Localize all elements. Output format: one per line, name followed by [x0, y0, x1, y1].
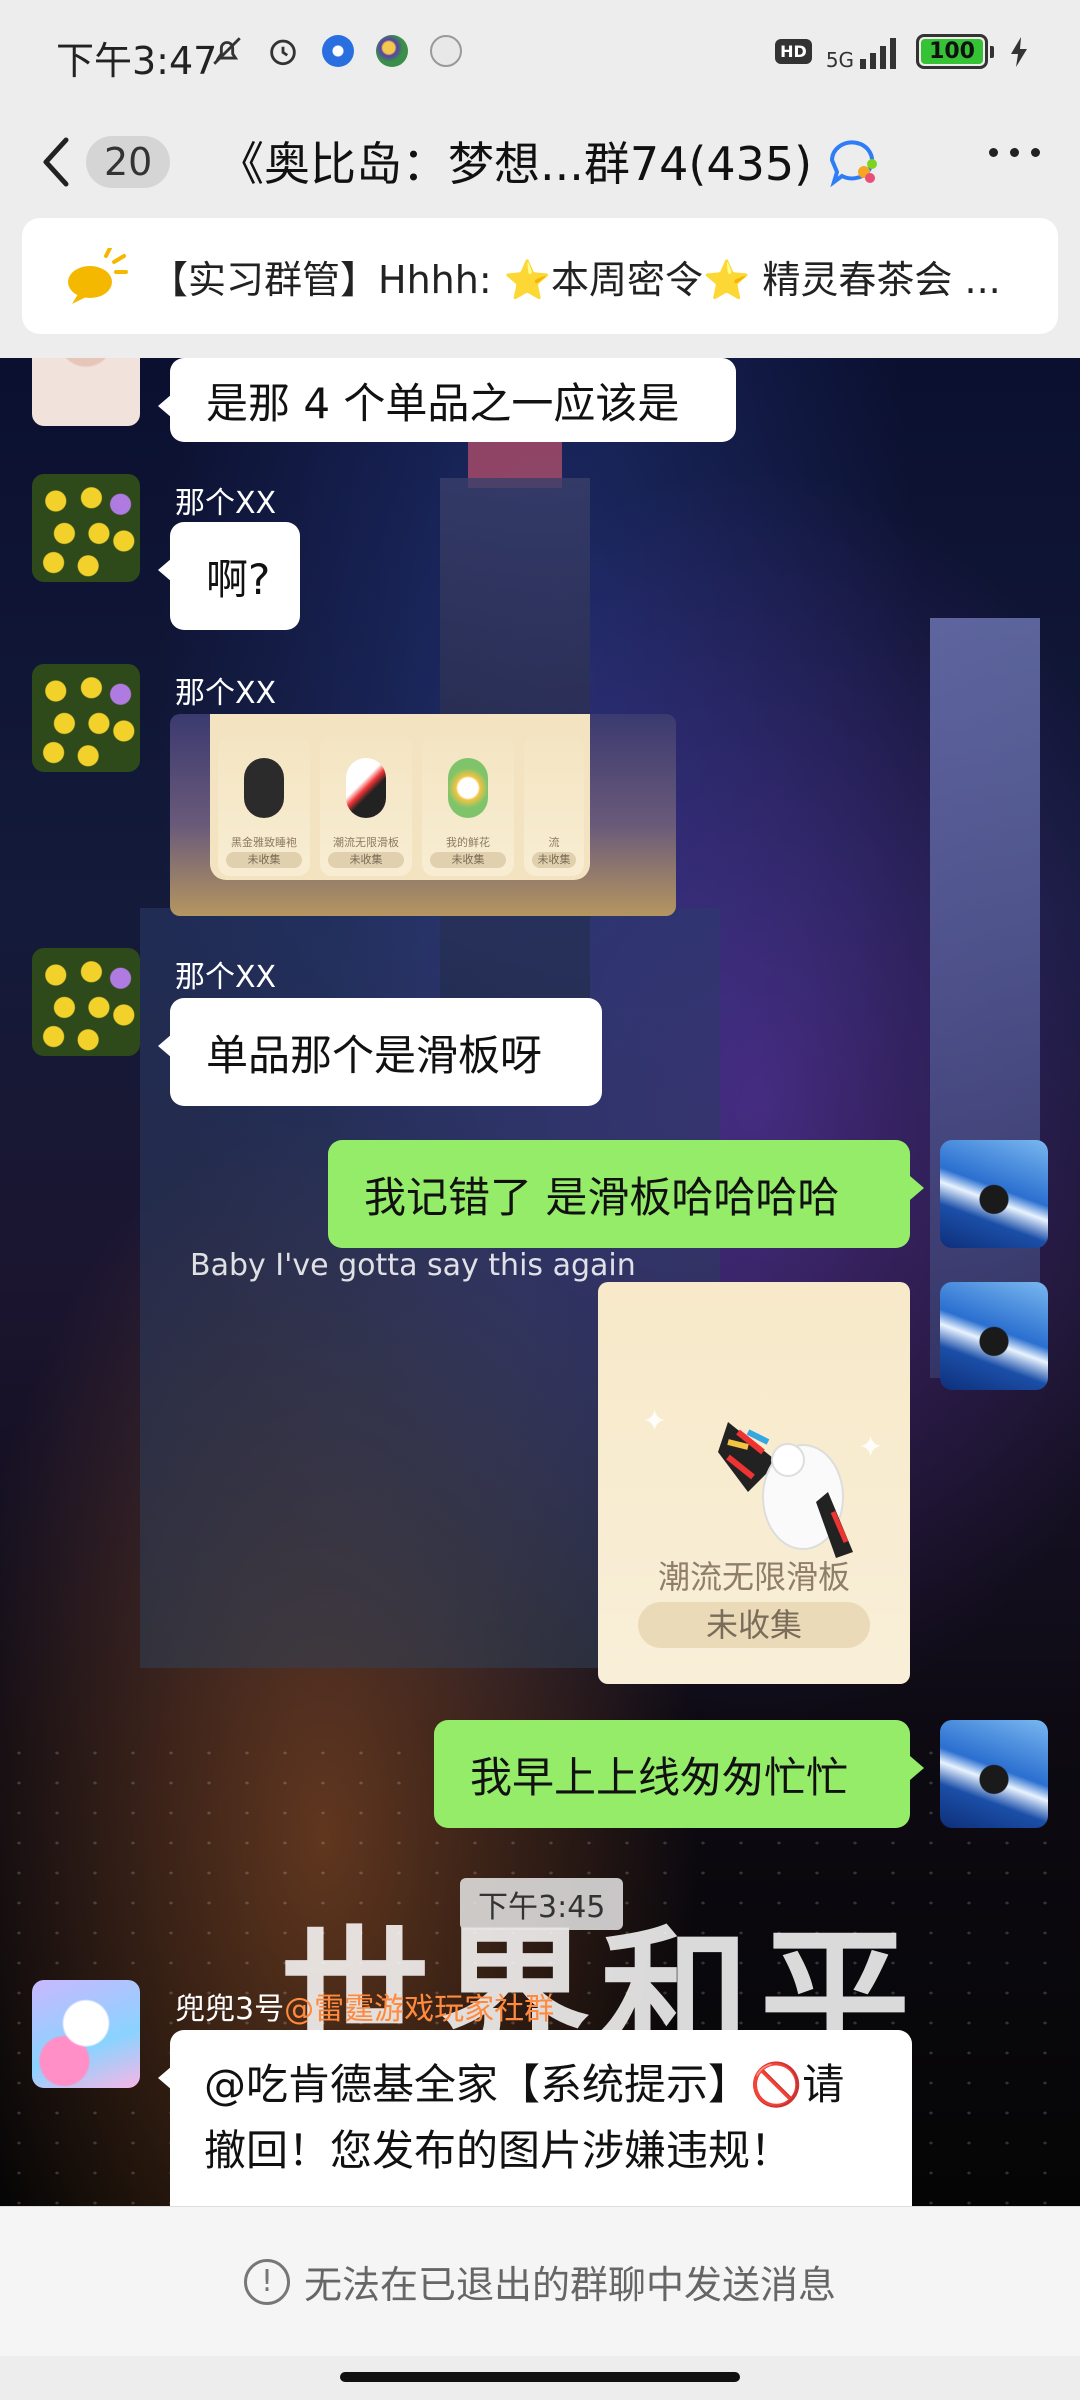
- time-divider: 下午3:45: [460, 1878, 624, 1930]
- item-status: 未收集: [430, 852, 506, 868]
- hd-icon: HD: [775, 39, 812, 64]
- item-status: 未收集: [328, 852, 404, 868]
- chat-title[interactable]: 《奥比岛：梦想...群74(435): [218, 128, 880, 194]
- message-text: @吃肯德基全家【系统提示】🚫请撤回！您发布的图片涉嫌违规！: [204, 2060, 845, 2175]
- item-card: 流 未收集: [524, 736, 584, 876]
- info-icon: !: [243, 2258, 290, 2305]
- chevron-left-icon: [43, 137, 69, 187]
- sender-name: 那个XX: [175, 960, 277, 995]
- app-notification-icon-2: [430, 35, 462, 67]
- status-right: HD 5G 100: [775, 34, 1030, 72]
- my-avatar[interactable]: [940, 1282, 1048, 1390]
- message-text: 单品那个是滑板呀: [206, 1030, 543, 1080]
- message-bubble[interactable]: 我记错了 是滑板哈哈哈哈: [328, 1140, 924, 1248]
- image-message[interactable]: ✦ ✦ 潮流无限滑板 未收集: [598, 1282, 910, 1684]
- message-bubble[interactable]: @吃肯德基全家【系统提示】🚫请撤回！您发布的图片涉嫌违规！: [158, 2030, 912, 2206]
- avatar[interactable]: [32, 474, 140, 582]
- message-bubble[interactable]: 啊?: [158, 522, 300, 630]
- background-lyric: Baby I've gotta say this again: [190, 1248, 636, 1283]
- more-options-button[interactable]: [989, 148, 1040, 157]
- message-bubble[interactable]: 单品那个是滑板呀: [158, 998, 602, 1106]
- alarm-icon: [270, 39, 296, 66]
- message-bubble[interactable]: 是那 4 个单品之一应该是: [158, 358, 736, 442]
- unread-count-badge: 20: [86, 136, 171, 188]
- my-avatar[interactable]: [940, 1140, 1048, 1248]
- message-text: 啊?: [206, 554, 271, 604]
- disabled-notice: 无法在已退出的群聊中发送消息: [303, 2263, 836, 2307]
- item-status: 未收集: [532, 852, 576, 868]
- robe-icon: [244, 758, 284, 818]
- input-disabled-bar: ! 无法在已退出的群聊中发送消息: [0, 2206, 1080, 2356]
- item-card: 黑金雅致睡袍 未收集: [218, 736, 310, 876]
- flower-icon: [448, 758, 488, 818]
- signal-icon: [860, 37, 897, 69]
- game-notification-icon: [376, 35, 408, 67]
- avatar[interactable]: [32, 358, 140, 426]
- avatar[interactable]: [32, 948, 140, 1056]
- collection-panel: 黑金雅致睡袍 未收集 潮流无限滑板 未收集 我的鲜花 未收集 流 未收集: [210, 714, 590, 880]
- status-bar: 下午3:47 HD 5G 100: [0, 0, 1080, 110]
- message-text: 我早上上线匆匆忙忙: [470, 1752, 849, 1802]
- message-list[interactable]: Baby I've gotta say this again 世界和平 是那 4…: [0, 358, 1080, 2206]
- sender-name-row: 兜兜3号@雷霆游戏玩家社群: [175, 1984, 554, 2028]
- app-notification-icon: [322, 35, 354, 67]
- item-name: 潮流无限滑板: [657, 1558, 850, 1596]
- chat-title-text: 《奥比岛：梦想...群74(435): [218, 137, 813, 191]
- message-text: 是那 4 个单品之一应该是: [206, 378, 680, 428]
- item-card: 我的鲜花 未收集: [422, 736, 514, 876]
- sender-name: 那个XX: [175, 486, 277, 521]
- bell-muted-icon: [213, 37, 241, 65]
- group-chat-icon: [830, 140, 878, 188]
- home-indicator[interactable]: [340, 2372, 740, 2382]
- avatar[interactable]: [32, 1980, 140, 2088]
- announcement-text: 【实习群管】Hhhh: ⭐本周密令⭐ 精灵春茶会 ...: [150, 257, 1001, 302]
- notification-icons: [210, 34, 462, 68]
- item-card: 潮流无限滑板 未收集: [320, 736, 412, 876]
- avatar[interactable]: [32, 664, 140, 772]
- sparkle-icon: ✦: [858, 1430, 884, 1465]
- sender-name: 那个XX: [175, 676, 277, 711]
- message-text: 我记错了 是滑板哈哈哈哈: [364, 1172, 840, 1222]
- sender-name: 兜兜3号: [175, 1992, 285, 2027]
- image-message[interactable]: 黑金雅致睡袍 未收集 潮流无限滑板 未收集 我的鲜花 未收集 流 未收集: [170, 714, 676, 916]
- item-status: 未收集: [226, 852, 302, 868]
- group-announcement-bar[interactable]: 【实习群管】Hhhh: ⭐本周密令⭐ 精灵春茶会 ...: [22, 218, 1058, 334]
- announcement-icon: [68, 248, 128, 304]
- network-label: 5G: [825, 47, 855, 72]
- skateboard-icon: [346, 758, 386, 818]
- skateboard-icon: [718, 1422, 853, 1558]
- my-avatar[interactable]: [940, 1720, 1048, 1828]
- status-time: 下午3:47: [56, 39, 218, 83]
- item-name: 流: [548, 836, 560, 849]
- item-name: 潮流无限滑板: [333, 836, 399, 849]
- item-status: 未收集: [638, 1602, 870, 1648]
- sender-group-tag: @雷霆游戏玩家社群: [284, 1992, 555, 2027]
- sparkle-icon: ✦: [642, 1404, 668, 1439]
- item-name: 我的鲜花: [446, 836, 490, 849]
- charging-icon: [1011, 36, 1027, 67]
- background-pillar: [930, 618, 1040, 1378]
- signal-group: 5G: [825, 35, 902, 72]
- item-name: 黑金雅致睡袍: [231, 836, 297, 849]
- battery-level: 100: [921, 39, 983, 64]
- battery-icon: 100: [916, 34, 994, 69]
- chat-header: 20 《奥比岛：梦想...群74(435): [0, 110, 1080, 220]
- back-button[interactable]: 20: [38, 132, 178, 192]
- message-bubble[interactable]: 我早上上线匆匆忙忙: [434, 1720, 924, 1828]
